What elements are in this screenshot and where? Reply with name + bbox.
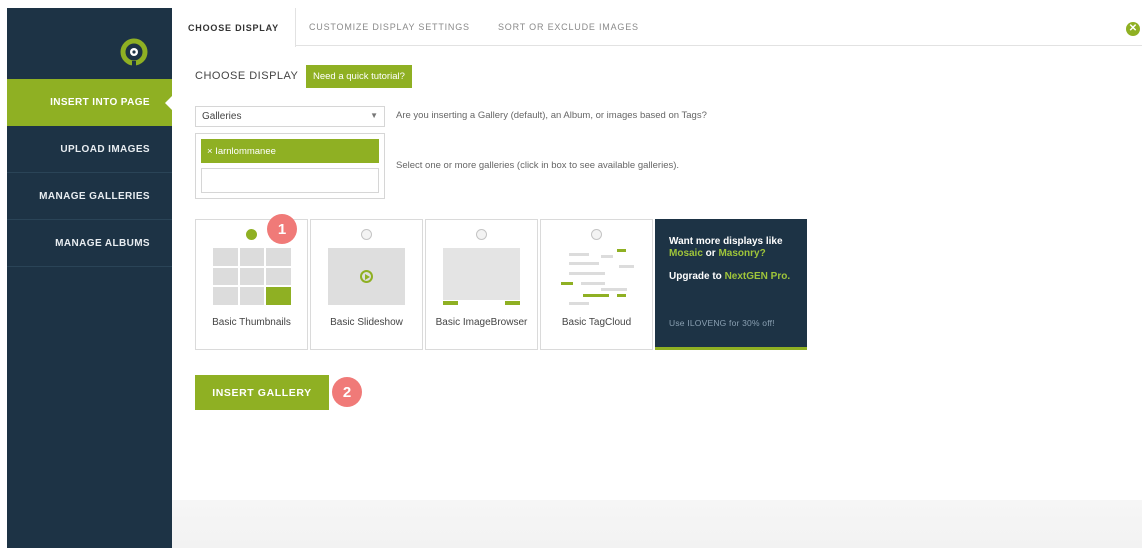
nextgen-pro-promo[interactable]: Want more displays like Mosaic or Masonr… [655,219,807,350]
tab-choose-display[interactable]: CHOOSE DISPLAY [172,8,296,47]
gallery-selector[interactable]: × Iarnlommanee [195,133,385,199]
promo-link-mosaic[interactable]: Mosaic [669,248,703,259]
display-radio[interactable] [361,229,372,240]
slideshow-preview-icon [328,248,405,305]
sidebar-item-label: MANAGE ALBUMS [55,237,150,249]
play-icon [360,270,373,283]
display-source-select[interactable]: Galleries ▼ [195,106,385,127]
section-heading: CHOOSE DISPLAY [195,70,299,82]
promo-link-masonry[interactable]: Masonry? [718,248,765,259]
sidebar-item-manage-galleries[interactable]: MANAGE GALLERIES [7,173,172,220]
sidebar: INSERT INTO PAGE UPLOAD IMAGES MANAGE GA… [7,8,173,548]
display-card-basic-imagebrowser[interactable]: Basic ImageBrowser [425,219,538,350]
tab-customize-display-settings[interactable]: CUSTOMIZE DISPLAY SETTINGS [309,8,470,46]
imagebrowser-preview-icon [443,248,520,300]
display-radio[interactable] [476,229,487,240]
chevron-down-icon: ▼ [370,111,378,120]
display-card-basic-slideshow[interactable]: Basic Slideshow [310,219,423,350]
display-card-label: Basic Slideshow [330,317,403,328]
tab-sort-or-exclude-images[interactable]: SORT OR EXCLUDE IMAGES [498,8,639,46]
footer-area [172,500,1142,548]
source-help-text: Are you inserting a Gallery (default), a… [396,110,707,121]
tutorial-button[interactable]: Need a quick tutorial? [306,65,412,88]
display-card-label: Basic TagCloud [561,317,632,328]
display-card-label: Basic ImageBrowser [435,317,528,328]
sidebar-item-label: UPLOAD IMAGES [60,143,150,155]
insert-gallery-button[interactable]: INSERT GALLERY [195,375,329,410]
gallery-search-input[interactable] [201,168,379,193]
gallery-help-text: Select one or more galleries (click in b… [396,160,680,171]
promo-coupon-text: Use ILOVENG for 30% off! [669,318,775,328]
selected-gallery-chip[interactable]: × Iarnlommanee [201,139,379,163]
display-card-basic-tagcloud[interactable]: Basic TagCloud [540,219,653,350]
step-badge-2: 2 [332,377,362,407]
sidebar-item-manage-albums[interactable]: MANAGE ALBUMS [7,220,172,267]
display-radio[interactable] [591,229,602,240]
sidebar-item-upload-images[interactable]: UPLOAD IMAGES [7,126,172,173]
thumbnails-preview-icon [213,248,291,305]
tab-label: SORT OR EXCLUDE IMAGES [498,22,639,32]
tab-label: CHOOSE DISPLAY [188,22,279,33]
sidebar-item-label: INSERT INTO PAGE [50,97,150,108]
nextgen-logo-icon[interactable] [119,38,149,66]
sidebar-item-label: MANAGE GALLERIES [39,190,150,202]
close-icon[interactable]: ✕ [1126,22,1140,36]
gallery-chip-label: × Iarnlommanee [207,145,276,157]
display-card-label: Basic Thumbnails [212,317,291,328]
promo-upgrade-link[interactable]: NextGEN Pro. [725,271,791,282]
promo-upgrade-text: Upgrade to NextGEN Pro. [669,271,791,282]
tab-bar: CHOOSE DISPLAY CUSTOMIZE DISPLAY SETTING… [172,8,1142,47]
next-bar-icon [505,301,520,305]
tab-label: CUSTOMIZE DISPLAY SETTINGS [309,22,470,32]
display-radio[interactable] [246,229,257,240]
prev-bar-icon [443,301,458,305]
select-value: Galleries [202,111,242,122]
step-badge-1: 1 [267,214,297,244]
promo-text: Want more displays like Mosaic or Masonr… [669,236,783,259]
sidebar-item-insert-into-page[interactable]: INSERT INTO PAGE [7,79,173,126]
